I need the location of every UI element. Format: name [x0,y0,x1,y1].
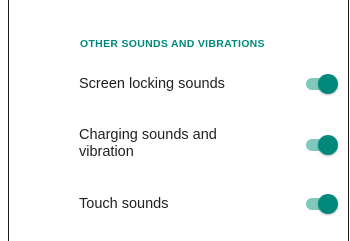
charging-sounds-toggle[interactable] [306,135,338,155]
screen-locking-sounds-toggle[interactable] [306,74,338,94]
setting-label: Screen locking sounds [79,76,225,92]
setting-row-charging-sounds[interactable]: Charging sounds and vibration [9,124,350,164]
setting-label: Charging sounds and vibration [79,127,217,160]
toggle-thumb [318,135,338,155]
settings-panel: OTHER SOUNDS AND VIBRATIONS Screen locki… [8,0,349,241]
setting-row-touch-sounds[interactable]: Touch sounds [9,192,350,222]
touch-sounds-toggle[interactable] [306,194,338,214]
toggle-thumb [318,74,338,94]
section-header: OTHER SOUNDS AND VIBRATIONS [80,38,265,50]
setting-label: Touch sounds [79,196,169,212]
setting-row-screen-locking-sounds[interactable]: Screen locking sounds [9,70,350,100]
toggle-thumb [318,194,338,214]
